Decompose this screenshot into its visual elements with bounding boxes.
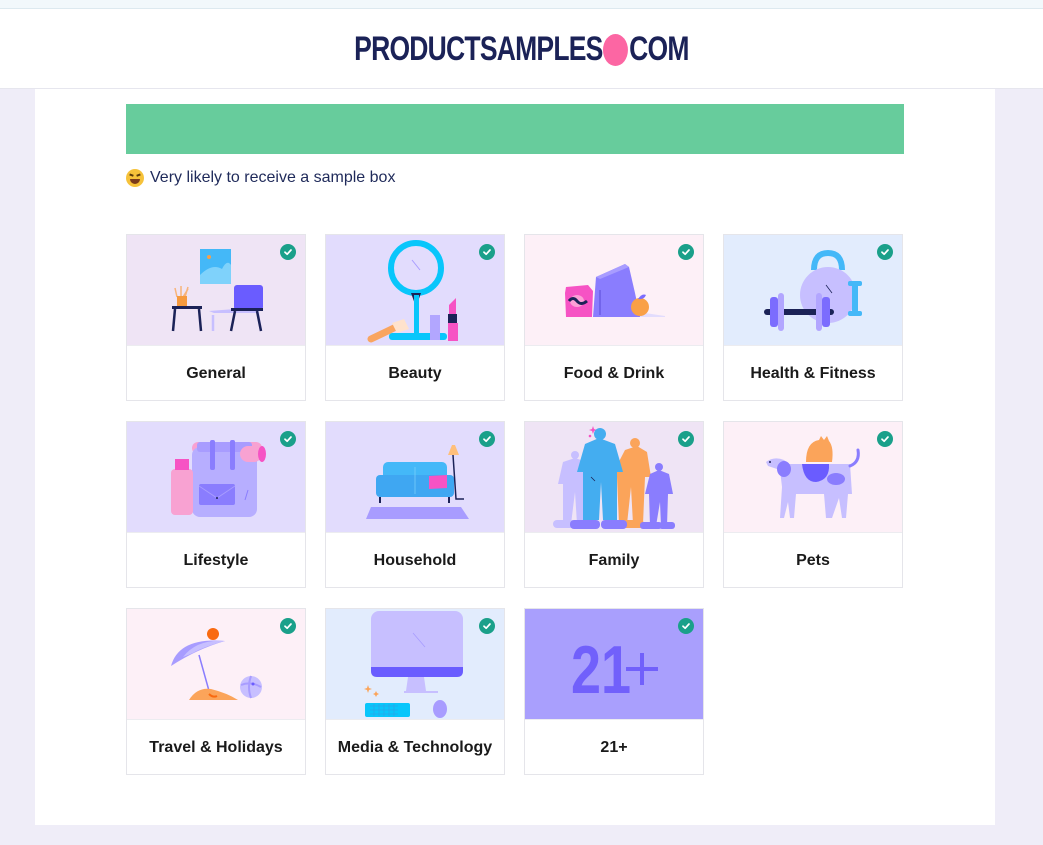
selected-check-icon <box>479 618 495 634</box>
category-label: Lifestyle <box>183 551 249 569</box>
site-logo[interactable]: PRODUCTSAMPLES COM <box>354 30 689 69</box>
card-image <box>724 235 902 346</box>
card-image <box>127 422 305 533</box>
category-label: General <box>186 364 246 382</box>
age-21-plus-illustration: 21 <box>571 632 658 708</box>
category-card-health-fitness[interactable]: Health & Fitness <box>723 234 903 401</box>
category-card-household[interactable]: Household <box>325 421 505 588</box>
selected-check-icon <box>877 244 893 260</box>
logo-text-right: COM <box>629 30 689 68</box>
logo-dot-icon <box>603 33 629 66</box>
category-card-pets[interactable]: Pets <box>723 421 903 588</box>
card-image <box>326 235 504 346</box>
groceries-illustration <box>565 264 665 317</box>
card-image <box>525 235 703 346</box>
family-illustration <box>553 426 675 529</box>
selected-check-icon <box>280 244 296 260</box>
dog-cat-illustration <box>766 436 860 518</box>
content-panel: Very likely to receive a sample box Gene… <box>35 89 995 825</box>
laughing-face-icon <box>126 169 144 187</box>
mirror-makeup-illustration <box>367 240 458 343</box>
category-card-food-drink[interactable]: Food & Drink <box>524 234 704 401</box>
weights-illustration <box>764 249 862 331</box>
logo-text-left: PRODUCTSAMPLES <box>354 30 603 68</box>
selected-check-icon <box>678 618 694 634</box>
backpack-illustration <box>171 440 266 517</box>
age-21-graphic-text: 21 <box>571 632 631 708</box>
selected-check-icon <box>479 244 495 260</box>
card-image <box>724 422 902 533</box>
likelihood-progress-bar <box>126 104 904 154</box>
category-card-family[interactable]: Family <box>524 421 704 588</box>
category-card-media-technology[interactable]: Media & Technology <box>325 608 505 775</box>
selected-check-icon <box>280 618 296 634</box>
selected-check-icon <box>678 431 694 447</box>
category-label: Family <box>588 551 640 569</box>
category-card-21-plus[interactable]: 21 21+ <box>524 608 704 775</box>
selected-check-icon <box>678 244 694 260</box>
computer-illustration <box>364 611 463 718</box>
category-label: Health & Fitness <box>750 364 876 382</box>
card-image <box>326 422 504 533</box>
category-label: Household <box>373 551 457 569</box>
progress-fill <box>126 104 904 154</box>
card-image <box>127 235 305 346</box>
category-card-general[interactable]: General <box>126 234 306 401</box>
likelihood-status: Very likely to receive a sample box <box>126 169 395 187</box>
card-image: 21 <box>525 609 703 720</box>
card-image <box>326 609 504 720</box>
category-label: Beauty <box>388 364 442 382</box>
selected-check-icon <box>479 431 495 447</box>
likelihood-text: Very likely to receive a sample box <box>150 169 396 186</box>
living-room-illustration <box>171 249 263 332</box>
category-label: Media & Technology <box>337 738 493 756</box>
category-card-travel-holidays[interactable]: Travel & Holidays <box>126 608 306 775</box>
category-grid: General Beauty Food & Drink Health & Fit… <box>126 234 903 775</box>
category-label: Pets <box>796 551 830 569</box>
category-label: 21+ <box>600 738 628 756</box>
selected-check-icon <box>280 431 296 447</box>
category-card-beauty[interactable]: Beauty <box>325 234 505 401</box>
selected-check-icon <box>877 431 893 447</box>
card-image <box>525 422 703 533</box>
category-card-lifestyle[interactable]: Lifestyle <box>126 421 306 588</box>
card-image <box>127 609 305 720</box>
site-header: PRODUCTSAMPLES COM <box>0 9 1043 89</box>
category-label: Travel & Holidays <box>149 738 283 756</box>
browser-top-strip <box>0 0 1043 9</box>
sofa-illustration <box>366 445 469 519</box>
category-label: Food & Drink <box>563 364 665 382</box>
beach-umbrella-illustration <box>171 628 262 700</box>
